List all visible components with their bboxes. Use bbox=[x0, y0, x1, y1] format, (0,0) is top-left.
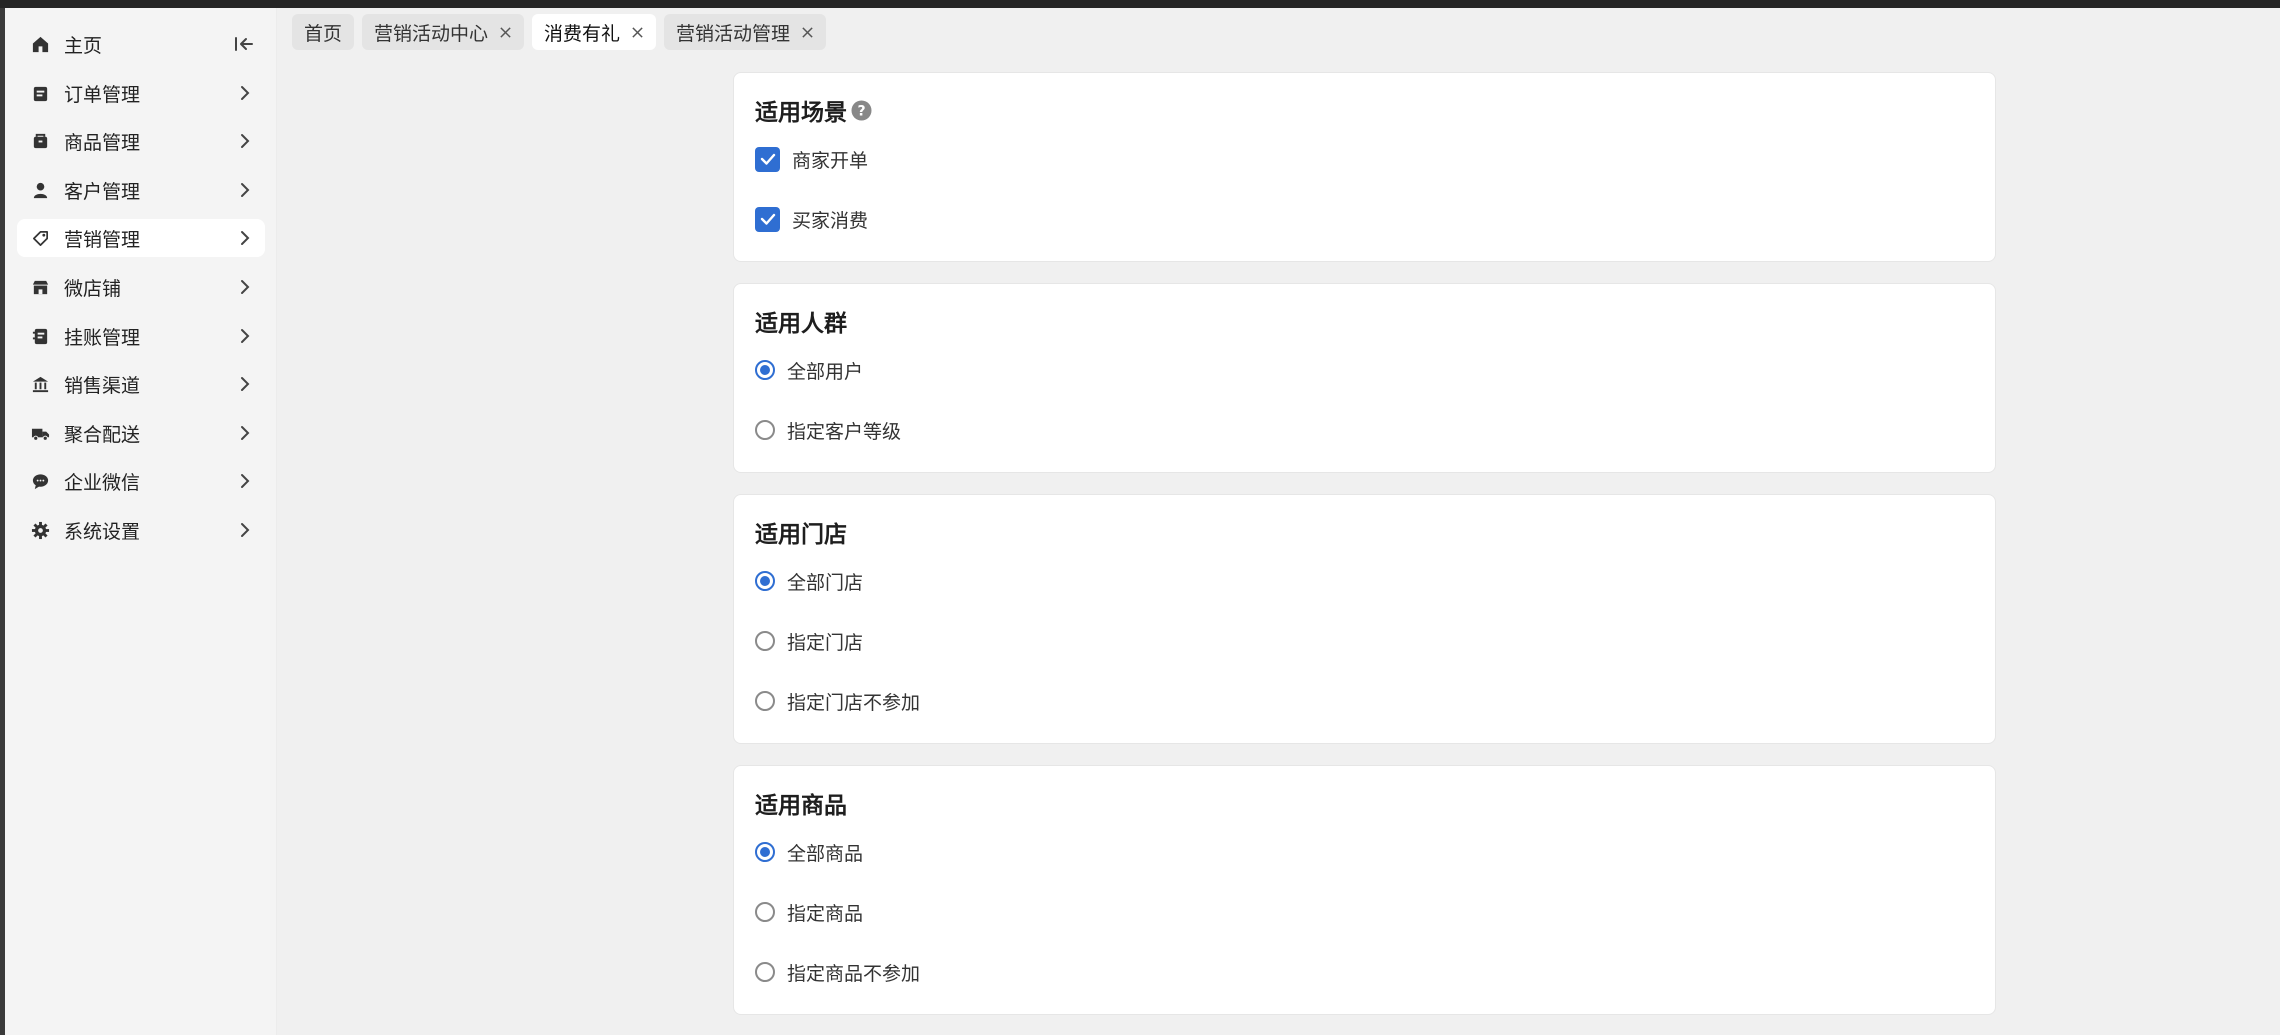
section-title: 适用场景 ? bbox=[755, 93, 872, 127]
sidebar-item-credit[interactable]: 挂账管理 bbox=[17, 317, 265, 355]
radio[interactable] bbox=[755, 420, 775, 440]
goods-option-specified[interactable]: 指定商品 bbox=[755, 899, 863, 925]
sidebar-item-label: 主页 bbox=[64, 34, 103, 57]
radio[interactable] bbox=[755, 631, 775, 651]
sidebar-item-label: 挂账管理 bbox=[64, 326, 141, 349]
sidebar-item-wecom[interactable]: 企业微信 bbox=[17, 462, 265, 500]
ledger-icon bbox=[29, 325, 51, 347]
tab-label: 消费有礼 bbox=[544, 22, 621, 45]
chevron-right-icon bbox=[235, 228, 255, 248]
radio[interactable] bbox=[755, 571, 775, 591]
section-title: 适用商品 bbox=[755, 793, 847, 819]
option-label: 全部商品 bbox=[787, 842, 864, 865]
sidebar-item-micro-shop[interactable]: 微店铺 bbox=[17, 268, 265, 306]
tab-marketing-center[interactable]: 营销活动中心 bbox=[362, 14, 525, 50]
sidebar-item-label: 客户管理 bbox=[64, 180, 141, 203]
crowd-option-all[interactable]: 全部用户 bbox=[755, 357, 863, 383]
chevron-right-icon bbox=[235, 83, 255, 103]
sidebar-item-label: 商品管理 bbox=[64, 131, 141, 154]
chevron-right-icon bbox=[235, 180, 255, 200]
close-icon[interactable] bbox=[800, 25, 814, 39]
sidebar-item-label: 聚合配送 bbox=[64, 423, 141, 446]
tab-label: 营销活动中心 bbox=[374, 22, 489, 45]
sidebar-item-label: 销售渠道 bbox=[64, 374, 141, 397]
chevron-right-icon bbox=[235, 374, 255, 394]
goods-option-all[interactable]: 全部商品 bbox=[755, 839, 863, 865]
tag-icon bbox=[29, 227, 51, 249]
sidebar-item-goods[interactable]: 商品管理 bbox=[17, 122, 265, 160]
tab-consumption-gift[interactable]: 消费有礼 bbox=[532, 14, 657, 50]
user-icon bbox=[29, 179, 51, 201]
sidebar-item-home[interactable]: 主页 bbox=[17, 25, 265, 63]
store-card: 适用门店 全部门店 指定门店 指定门店不参加 bbox=[733, 494, 1996, 744]
shop-icon bbox=[29, 276, 51, 298]
radio[interactable] bbox=[755, 902, 775, 922]
home-icon bbox=[29, 33, 51, 55]
option-label: 商家开单 bbox=[792, 149, 869, 172]
chevron-right-icon bbox=[235, 520, 255, 540]
scene-card: 适用场景 ? 商家开单 买家消费 bbox=[733, 72, 1996, 262]
sidebar-item-label: 企业微信 bbox=[64, 471, 141, 494]
sidebar-item-sales-channel[interactable]: 销售渠道 bbox=[17, 365, 265, 403]
crowd-card: 适用人群 全部用户 指定客户等级 bbox=[733, 283, 1996, 473]
radio[interactable] bbox=[755, 962, 775, 982]
section-title: 适用人群 bbox=[755, 311, 847, 337]
collapse-sidebar-icon[interactable] bbox=[233, 34, 255, 54]
option-label: 指定客户等级 bbox=[787, 420, 902, 443]
gear-icon bbox=[29, 519, 51, 541]
sidebar-item-orders[interactable]: 订单管理 bbox=[17, 74, 265, 112]
store-option-specified[interactable]: 指定门店 bbox=[755, 628, 863, 654]
sidebar-item-label: 微店铺 bbox=[64, 277, 122, 300]
goods-option-excluded[interactable]: 指定商品不参加 bbox=[755, 959, 920, 985]
chevron-right-icon bbox=[235, 277, 255, 297]
svg-text:?: ? bbox=[857, 103, 865, 119]
scene-option-merchant[interactable]: 商家开单 bbox=[755, 146, 868, 172]
sidebar-item-settings[interactable]: 系统设置 bbox=[17, 511, 265, 549]
checkbox[interactable] bbox=[755, 206, 780, 232]
tab-home[interactable]: 首页 bbox=[292, 14, 355, 50]
chevron-right-icon bbox=[235, 326, 255, 346]
radio[interactable] bbox=[755, 842, 775, 862]
option-label: 指定商品不参加 bbox=[787, 962, 921, 985]
sidebar-item-label: 订单管理 bbox=[64, 83, 141, 106]
close-icon[interactable] bbox=[630, 25, 644, 39]
option-label: 指定门店 bbox=[787, 631, 864, 654]
option-label: 指定商品 bbox=[787, 902, 864, 925]
chat-icon bbox=[29, 470, 51, 492]
option-label: 买家消费 bbox=[792, 209, 869, 232]
scene-option-buyer[interactable]: 买家消费 bbox=[755, 206, 868, 232]
sidebar-item-delivery[interactable]: 聚合配送 bbox=[17, 414, 265, 452]
option-label: 全部门店 bbox=[787, 571, 864, 594]
checkbox[interactable] bbox=[755, 146, 780, 172]
bank-icon bbox=[29, 373, 51, 395]
sidebar-item-label: 系统设置 bbox=[64, 520, 141, 543]
sidebar-item-label: 营销管理 bbox=[64, 228, 141, 251]
box-icon bbox=[29, 130, 51, 152]
chevron-right-icon bbox=[235, 423, 255, 443]
sidebar: 主页 订单管理 商品管理 客户管理 营销管理 微店铺 挂账管理 销售渠道 聚合配… bbox=[5, 8, 277, 1035]
store-option-all[interactable]: 全部门店 bbox=[755, 568, 863, 594]
order-icon bbox=[29, 82, 51, 104]
chevron-right-icon bbox=[235, 471, 255, 491]
option-label: 指定门店不参加 bbox=[787, 691, 921, 714]
tab-bar: 首页 营销活动中心 消费有礼 营销活动管理 bbox=[292, 14, 827, 50]
crowd-option-level[interactable]: 指定客户等级 bbox=[755, 417, 901, 443]
radio[interactable] bbox=[755, 360, 775, 380]
section-title: 适用门店 bbox=[755, 522, 847, 548]
truck-icon bbox=[29, 422, 51, 444]
close-icon[interactable] bbox=[498, 25, 512, 39]
chevron-right-icon bbox=[235, 131, 255, 151]
help-icon[interactable]: ? bbox=[851, 100, 872, 121]
tab-label: 营销活动管理 bbox=[676, 22, 791, 45]
option-label: 全部用户 bbox=[787, 360, 864, 383]
sidebar-item-marketing[interactable]: 营销管理 bbox=[17, 219, 265, 257]
tab-label: 首页 bbox=[304, 22, 343, 45]
goods-card: 适用商品 全部商品 指定商品 指定商品不参加 bbox=[733, 765, 1996, 1015]
top-bar bbox=[0, 0, 2280, 8]
tab-marketing-activity-management[interactable]: 营销活动管理 bbox=[664, 14, 827, 50]
radio[interactable] bbox=[755, 691, 775, 711]
sidebar-item-customers[interactable]: 客户管理 bbox=[17, 171, 265, 209]
store-option-excluded[interactable]: 指定门店不参加 bbox=[755, 688, 920, 714]
